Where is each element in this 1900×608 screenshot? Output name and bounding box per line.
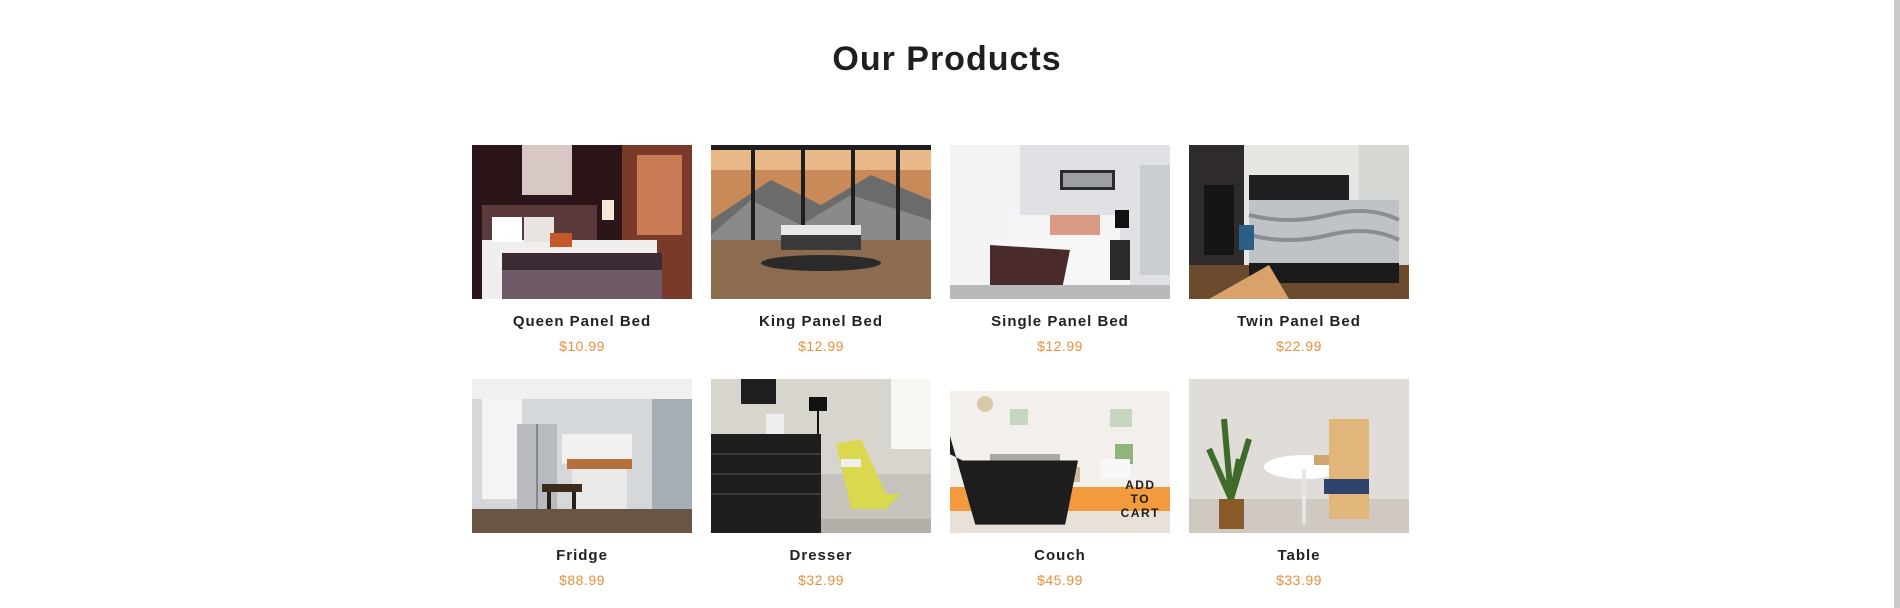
shopping-cart-icon <box>950 422 1111 533</box>
products-page: Our Products Queen Panel Bed $10.99 King… <box>0 0 1894 608</box>
product-price: $88.99 <box>559 572 605 588</box>
product-image[interactable] <box>472 379 692 533</box>
product-name[interactable]: Dresser <box>711 547 931 564</box>
bedroom-photo <box>472 145 692 299</box>
bedroom-photo <box>950 145 1170 299</box>
product-price: $10.99 <box>559 338 605 354</box>
bedroom-photo <box>711 145 931 299</box>
product-card-queen-panel-bed[interactable]: Queen Panel Bed $10.99 <box>472 145 692 357</box>
dresser-photo <box>711 379 931 533</box>
product-image[interactable] <box>472 145 692 299</box>
product-grid: Queen Panel Bed $10.99 King Panel Bed $1… <box>472 145 1409 591</box>
bedroom-photo <box>1189 145 1409 299</box>
product-card-king-panel-bed[interactable]: King Panel Bed $12.99 <box>711 145 931 357</box>
product-name[interactable]: Queen Panel Bed <box>472 313 692 330</box>
product-name[interactable]: Couch <box>950 547 1170 564</box>
scrollbar-track[interactable] <box>1894 0 1900 608</box>
product-name[interactable]: Single Panel Bed <box>950 313 1170 330</box>
add-to-cart-label: ADD TO CART <box>1120 478 1160 520</box>
product-card-twin-panel-bed[interactable]: Twin Panel Bed $22.99 <box>1189 145 1409 357</box>
scrollbar-thumb[interactable] <box>1894 0 1900 608</box>
product-price: $32.99 <box>798 572 844 588</box>
product-name[interactable]: Table <box>1189 547 1409 564</box>
product-price: $33.99 <box>1276 572 1322 588</box>
product-card-fridge[interactable]: Fridge $88.99 <box>472 379 692 591</box>
product-card-couch[interactable]: ADD TO CART Couch $45.99 <box>950 379 1170 591</box>
product-image[interactable]: ADD TO CART <box>950 379 1170 533</box>
product-price: $12.99 <box>1037 338 1083 354</box>
product-card-single-panel-bed[interactable]: Single Panel Bed $12.99 <box>950 145 1170 357</box>
product-card-dresser[interactable]: Dresser $32.99 <box>711 379 931 591</box>
section-title: Our Products <box>832 40 1062 78</box>
add-to-cart-button[interactable]: ADD TO CART <box>950 437 1170 525</box>
product-name[interactable]: King Panel Bed <box>711 313 931 330</box>
product-image[interactable] <box>950 145 1170 299</box>
product-name[interactable]: Twin Panel Bed <box>1189 313 1409 330</box>
product-name[interactable]: Fridge <box>472 547 692 564</box>
product-image[interactable] <box>711 379 931 533</box>
product-price: $45.99 <box>1037 572 1083 588</box>
product-image[interactable] <box>711 145 931 299</box>
product-image[interactable] <box>1189 145 1409 299</box>
table-photo <box>1189 379 1409 533</box>
kitchen-photo <box>472 379 692 533</box>
product-price: $12.99 <box>798 338 844 354</box>
product-price: $22.99 <box>1276 338 1322 354</box>
product-image[interactable] <box>1189 379 1409 533</box>
product-card-table[interactable]: Table $33.99 <box>1189 379 1409 591</box>
